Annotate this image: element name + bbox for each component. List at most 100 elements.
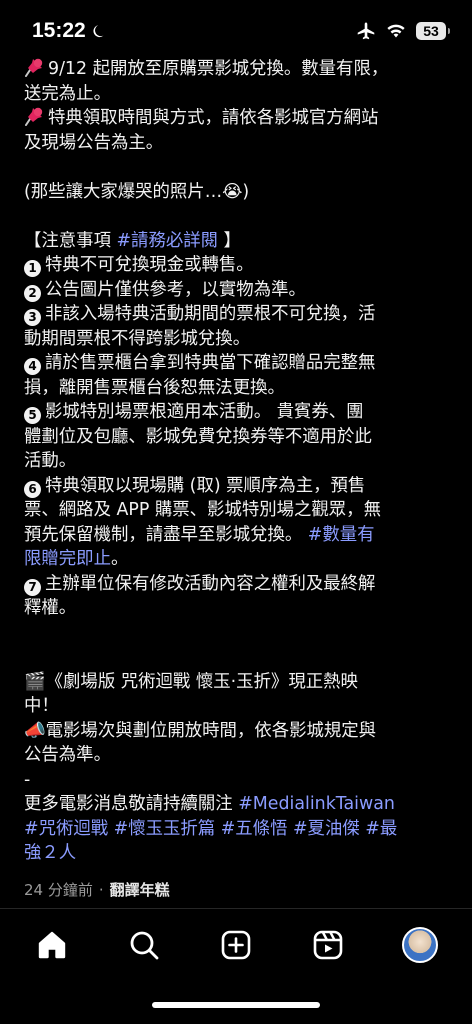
home-icon bbox=[38, 931, 66, 959]
caption-text: (那些讓大家爆哭的照片…😭) bbox=[24, 181, 250, 202]
status-icons: 53 bbox=[356, 21, 450, 41]
caption-text: 更多電影消息敬請持續關注 bbox=[24, 794, 239, 814]
caption-line: 9/12 起開放至原購票影城兌換。數量有限， bbox=[24, 57, 450, 82]
caption-text: 影城特別場票根適用本活動。 貴賓券、團 bbox=[45, 402, 364, 422]
caption-line: 7 主辦單位保有修改活動內容之權利及最終解 bbox=[24, 572, 450, 597]
caption-text: 📣電影場次與劃位開放時間，依各影城規定與 bbox=[24, 720, 377, 741]
caption-line: 公告為準。 bbox=[24, 743, 450, 768]
number-badge: 7 bbox=[24, 578, 41, 596]
status-time: 15:22 bbox=[32, 19, 108, 43]
caption-text: 體劃位及包廳、影城免費兌換券等不適用於此 bbox=[24, 426, 372, 447]
profile-avatar bbox=[402, 927, 438, 963]
caption-text: - bbox=[24, 769, 31, 790]
caption-line: 送完為止。 bbox=[24, 82, 450, 107]
hashtag-link[interactable]: #數量有 bbox=[308, 525, 375, 545]
hashtag-link[interactable]: 限贈完即止 bbox=[24, 549, 111, 569]
number-badge: 6 bbox=[24, 480, 41, 498]
battery-level: 53 bbox=[423, 23, 439, 39]
status-bar: 15:22 53 bbox=[0, 0, 472, 62]
caption-line: 2 公告圖片僅供參考，以實物為準。 bbox=[24, 278, 450, 303]
caption-text: 🎬《劇場版 咒術迴戰 懷玉·玉折》現正熱映 bbox=[24, 671, 358, 692]
caption-text: 特典不可兌換現金或轉售。 bbox=[45, 255, 254, 275]
nav-search[interactable] bbox=[114, 915, 174, 975]
clock-text: 15:22 bbox=[32, 19, 86, 42]
caption-line: 5 影城特別場票根適用本活動。 貴賓券、團 bbox=[24, 400, 450, 425]
caption-text: 。 bbox=[110, 549, 129, 569]
hashtag-link[interactable]: #MedialinkTaiwan bbox=[238, 794, 395, 814]
moon-icon bbox=[93, 25, 104, 38]
create-icon bbox=[221, 930, 251, 960]
caption-text: 主辦單位保有修改活動內容之權利及最終解 bbox=[45, 573, 376, 594]
number-badge: 1 bbox=[24, 260, 41, 277]
caption-text: 活動。 bbox=[24, 451, 77, 471]
post-meta: 24 分鐘前 · 翻譯年糕 bbox=[24, 879, 170, 900]
hashtag-link[interactable]: #請務必詳閱 bbox=[116, 231, 218, 251]
caption-line: 體劃位及包廳、影城免費兌換券等不適用於此 bbox=[24, 425, 450, 450]
home-indicator[interactable] bbox=[152, 1002, 320, 1008]
caption-text: 9/12 起開放至原購票影城兌換。數量有限， bbox=[48, 59, 389, 79]
caption-line: 動期間票根不得跨影城兌換。 bbox=[24, 327, 450, 352]
caption-text: 請於售票櫃台拿到特典當下確認贈品完整無 bbox=[45, 353, 376, 373]
caption-line: 【注意事項 #請務必詳閱 】 bbox=[24, 229, 450, 254]
caption-line: 及現場公告為主。 bbox=[24, 131, 450, 156]
hashtag-link[interactable]: #咒術迴戰 #懷玉玉折篇 #五條悟 #夏油傑 #最 bbox=[24, 819, 397, 839]
airplane-icon bbox=[357, 22, 375, 40]
caption-text: 損，離開售票櫃台後恕無法更換。 bbox=[24, 377, 285, 398]
caption-line: 特典領取時間與方式，請依各影城官方網站 bbox=[24, 106, 450, 131]
caption-line: 強２人 bbox=[24, 841, 450, 866]
caption-line: 更多電影消息敬請持續關注 #MedialinkTaiwan bbox=[24, 792, 450, 817]
caption-line: #咒術迴戰 #懷玉玉折篇 #五條悟 #夏油傑 #最 bbox=[24, 817, 450, 842]
caption-line: (那些讓大家爆哭的照片…😭) bbox=[24, 180, 450, 205]
search-icon bbox=[130, 931, 159, 960]
number-badge: 5 bbox=[24, 407, 41, 424]
nav-home[interactable] bbox=[22, 915, 82, 975]
nav-create[interactable] bbox=[206, 915, 266, 975]
caption-text: 票、網路及 APP 購票、影城特別場之觀眾，無 bbox=[24, 500, 381, 520]
caption-line: 活動。 bbox=[24, 449, 450, 474]
caption-line: 3 非該入場特典活動期間的票根不可兌換，活 bbox=[24, 302, 450, 327]
caption-line: - bbox=[24, 768, 450, 793]
caption-line: 🎬《劇場版 咒術迴戰 懷玉·玉折》現正熱映 bbox=[24, 670, 450, 695]
number-badge: 2 bbox=[24, 284, 41, 302]
bottom-nav bbox=[0, 909, 472, 981]
reels-icon bbox=[313, 930, 343, 960]
caption-text: 公告圖片僅供參考，以實物為準。 bbox=[45, 279, 306, 300]
post-time-ago: 24 分鐘前 bbox=[24, 881, 93, 899]
pushpin-icon bbox=[24, 106, 46, 126]
hashtag-link[interactable]: 強２人 bbox=[24, 843, 76, 863]
nav-profile[interactable] bbox=[390, 915, 450, 975]
caption-text: 中！ bbox=[24, 696, 59, 716]
post-caption: 9/12 起開放至原購票影城兌換。數量有限， 送完為止。特典領取時間與方式，請依各… bbox=[24, 57, 450, 866]
caption-line: 預先保留機制，請盡早至影城兌換。 #數量有 bbox=[24, 523, 450, 548]
battery-indicator: 53 bbox=[416, 22, 450, 40]
caption-line: 損，離開售票櫃台後恕無法更換。 bbox=[24, 376, 450, 401]
caption-text: 公告為準。 bbox=[24, 745, 111, 765]
wifi-icon bbox=[387, 24, 405, 38]
caption-line: 釋權。 bbox=[24, 596, 450, 621]
nav-reels[interactable] bbox=[298, 915, 358, 975]
caption-line: 📣電影場次與劃位開放時間，依各影城規定與 bbox=[24, 719, 450, 744]
caption-line: 中！ bbox=[24, 694, 450, 719]
pushpin-icon bbox=[24, 57, 46, 77]
translate-link[interactable]: 翻譯年糕 bbox=[110, 879, 170, 900]
caption-line: 6 特典領取以現場購 (取) 票順序為主，預售 bbox=[24, 474, 450, 499]
number-badge: 4 bbox=[24, 358, 41, 375]
caption-text: 非該入場特典活動期間的票根不可兌換，活 bbox=[45, 304, 376, 324]
meta-separator: · bbox=[98, 880, 104, 899]
caption-text: 特典領取時間與方式，請依各影城官方網站 bbox=[48, 108, 379, 128]
caption-text: 動期間票根不得跨影城兌換。 bbox=[24, 328, 251, 349]
caption-line: 4 請於售票櫃台拿到特典當下確認贈品完整無 bbox=[24, 351, 450, 376]
caption-text: 送完為止。 bbox=[24, 83, 111, 104]
caption-text: 預先保留機制，請盡早至影城兌換。 bbox=[24, 524, 308, 545]
caption-text: 特典領取以現場購 (取) 票順序為主，預售 bbox=[45, 475, 366, 496]
number-badge: 3 bbox=[24, 309, 41, 326]
caption-line: 票、網路及 APP 購票、影城特別場之觀眾，無 bbox=[24, 498, 450, 523]
caption-text: 】 bbox=[218, 230, 241, 251]
caption-text: 及現場公告為主。 bbox=[24, 132, 164, 153]
caption-line: 1 特典不可兌換現金或轉售。 bbox=[24, 253, 450, 278]
caption-line: 限贈完即止。 bbox=[24, 547, 450, 572]
